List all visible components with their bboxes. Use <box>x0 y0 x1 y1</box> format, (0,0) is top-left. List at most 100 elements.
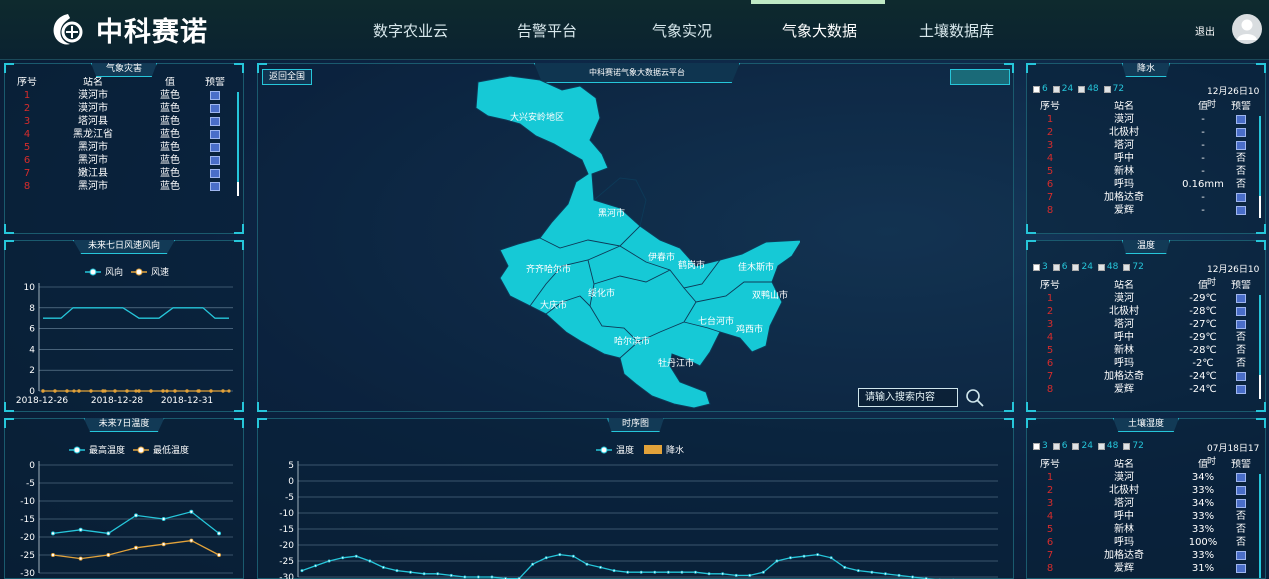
table-row[interactable]: 7 加格达奇 - <box>1033 191 1257 204</box>
avatar[interactable] <box>1232 14 1262 44</box>
rain-check-48[interactable] <box>1078 85 1086 93</box>
data-point[interactable] <box>221 389 225 393</box>
data-point[interactable] <box>134 389 138 393</box>
warning-icon[interactable] <box>1236 550 1246 560</box>
warning-icon[interactable] <box>1236 498 1246 508</box>
data-point[interactable] <box>463 575 467 579</box>
table-row[interactable]: 4 呼中 - 否 <box>1033 152 1257 165</box>
data-point[interactable] <box>149 389 153 393</box>
data-point[interactable] <box>227 389 231 393</box>
map-label-yichun[interactable]: 伊春市 <box>648 251 675 263</box>
data-point[interactable] <box>775 559 779 563</box>
table-row[interactable]: 3 塔河 -27℃ <box>1033 318 1257 331</box>
data-point[interactable] <box>856 569 860 573</box>
data-point[interactable] <box>626 570 630 574</box>
warning-icon[interactable] <box>210 129 220 139</box>
data-point[interactable] <box>870 570 874 574</box>
warning-icon[interactable] <box>210 116 220 126</box>
data-point[interactable] <box>216 553 221 558</box>
map-label-suihua[interactable]: 绥化市 <box>588 287 615 299</box>
data-point[interactable] <box>300 569 304 573</box>
data-point[interactable] <box>734 573 738 577</box>
data-point[interactable] <box>189 509 194 514</box>
nav-alarm-platform[interactable]: 告警平台 <box>517 20 577 41</box>
warning-icon[interactable] <box>1236 140 1246 150</box>
map-label-qitaihe[interactable]: 七台河市 <box>698 315 734 327</box>
data-point[interactable] <box>161 517 166 522</box>
table-row[interactable]: 1 漠河 -29℃ <box>1033 292 1257 305</box>
data-point[interactable] <box>51 553 56 558</box>
data-point[interactable] <box>476 575 480 579</box>
map-label-hegang[interactable]: 鹤岗市 <box>678 259 705 271</box>
data-point[interactable] <box>133 513 138 518</box>
data-point[interactable] <box>133 545 138 550</box>
data-point[interactable] <box>761 570 765 574</box>
data-point[interactable] <box>381 565 385 569</box>
disaster-scroll-thumb[interactable] <box>237 182 239 196</box>
map-province-shape[interactable] <box>475 75 800 409</box>
data-point[interactable] <box>843 565 847 569</box>
table-row[interactable]: 6 黑河市 蓝色 <box>11 154 233 167</box>
warning-icon[interactable] <box>1236 293 1246 303</box>
table-row[interactable]: 8 爱辉 -24℃ <box>1033 383 1257 396</box>
data-point[interactable] <box>165 389 169 393</box>
warning-icon[interactable] <box>210 155 220 165</box>
data-point[interactable] <box>173 389 177 393</box>
table-row[interactable]: 5 新林 -28℃ 否 <box>1033 344 1257 357</box>
data-point[interactable] <box>209 389 213 393</box>
data-point[interactable] <box>436 572 440 576</box>
data-point[interactable] <box>341 556 345 560</box>
temp-check-6[interactable] <box>1052 263 1060 271</box>
table-row[interactable]: 3 塔河 34% <box>1033 497 1257 510</box>
nav-weather-live[interactable]: 气象实况 <box>652 20 712 41</box>
nav-weather-bigdata[interactable]: 气象大数据 <box>782 20 857 41</box>
data-point[interactable] <box>409 570 413 574</box>
warning-icon[interactable] <box>210 168 220 178</box>
data-point[interactable] <box>531 562 535 566</box>
table-row[interactable]: 3 塔河县 蓝色 <box>11 115 233 128</box>
soil-scrollbar[interactable] <box>1259 474 1261 578</box>
data-point[interactable] <box>829 556 833 560</box>
table-row[interactable]: 1 漠河 - <box>1033 113 1257 126</box>
temp-check-72[interactable] <box>1123 263 1131 271</box>
data-point[interactable] <box>816 553 820 557</box>
data-point[interactable] <box>137 389 141 393</box>
data-point[interactable] <box>314 564 318 568</box>
data-point[interactable] <box>197 389 201 393</box>
data-point[interactable] <box>544 556 548 560</box>
table-row[interactable]: 6 呼玛 0.16mm 否 <box>1033 178 1257 191</box>
data-point[interactable] <box>161 542 166 547</box>
temp-check-3[interactable] <box>1033 263 1040 271</box>
map-label-qiqihar[interactable]: 齐齐哈尔市 <box>526 263 571 275</box>
search-input[interactable]: 请输入搜索内容 <box>858 388 958 407</box>
data-point[interactable] <box>585 562 589 566</box>
soil-check-72[interactable] <box>1123 442 1131 450</box>
warning-icon[interactable] <box>210 90 220 100</box>
soil-check-6[interactable] <box>1052 442 1060 450</box>
data-point[interactable] <box>680 570 684 574</box>
warning-icon[interactable] <box>210 181 220 191</box>
map-label-jiamusi[interactable]: 佳木斯市 <box>738 261 774 273</box>
data-point[interactable] <box>693 570 697 574</box>
disaster-scrollbar[interactable] <box>237 92 239 192</box>
data-point[interactable] <box>101 389 105 393</box>
data-point[interactable] <box>599 565 603 569</box>
data-point[interactable] <box>422 572 426 576</box>
data-point[interactable] <box>748 573 752 577</box>
table-row[interactable]: 4 黑龙江省 蓝色 <box>11 128 233 141</box>
table-row[interactable]: 3 塔河 - <box>1033 139 1257 152</box>
table-row[interactable]: 4 呼中 33% 否 <box>1033 510 1257 523</box>
table-row[interactable]: 1 漠河市 蓝色 <box>11 89 233 102</box>
table-row[interactable]: 7 加格达奇 33% <box>1033 549 1257 562</box>
map-layer-button[interactable] <box>950 69 1010 85</box>
soil-check-24[interactable] <box>1072 442 1080 450</box>
data-point[interactable] <box>788 556 792 560</box>
map-label-daqing[interactable]: 大庆市 <box>540 299 567 311</box>
warning-icon[interactable] <box>210 103 220 113</box>
warning-icon[interactable] <box>1236 114 1246 124</box>
warning-icon[interactable] <box>1236 127 1246 137</box>
table-row[interactable]: 5 新林 - 否 <box>1033 165 1257 178</box>
back-national-button[interactable]: 返回全国 <box>262 69 313 85</box>
data-point[interactable] <box>106 531 111 536</box>
table-row[interactable]: 1 漠河 34% <box>1033 471 1257 484</box>
